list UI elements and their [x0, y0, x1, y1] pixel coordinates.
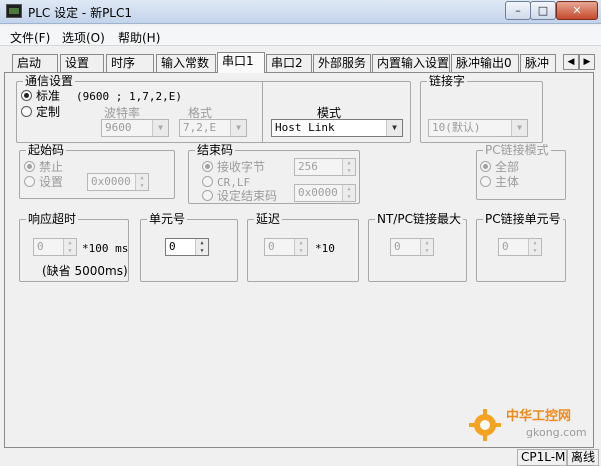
- status-bar: CP1L-M 离线: [0, 448, 601, 466]
- delay-unit: *10: [315, 242, 335, 255]
- standard-radio[interactable]: [21, 90, 32, 101]
- custom-label: 定制: [36, 105, 61, 119]
- custom-radio[interactable]: [21, 106, 32, 117]
- crlf-label: CR,LF: [217, 176, 251, 189]
- gear-logo-icon: [469, 409, 501, 441]
- baud-rate-select[interactable]: 9600 ▼: [101, 119, 169, 137]
- nt-pc-link-max-spinner[interactable]: 0 ▲ ▼: [390, 238, 434, 256]
- watermark-text-url: gkong.com: [526, 426, 587, 439]
- plc-app-icon: [6, 4, 22, 18]
- start-code-title: 起始码: [26, 143, 67, 157]
- format-label: 格式: [188, 106, 213, 120]
- pc-link-unit-spinner[interactable]: 0 ▲ ▼: [498, 238, 542, 256]
- end-code-spinner[interactable]: 0x0000 ▲ ▼: [294, 184, 356, 202]
- start-disable-radio[interactable]: [24, 161, 35, 172]
- standard-label: 标准: [36, 89, 61, 103]
- status-offline: 离线: [567, 449, 599, 466]
- tab-input-constants[interactable]: 输入常数: [156, 54, 216, 72]
- start-code-spinner[interactable]: 0x0000 ▲ ▼: [87, 173, 149, 191]
- link-word-select[interactable]: 10(默认) ▼: [428, 119, 528, 137]
- standard-value: (9600 ; 1,7,2,E): [76, 90, 182, 103]
- mode-label: 模式: [317, 106, 342, 120]
- comm-settings-title: 通信设置: [23, 74, 76, 88]
- nt-pc-link-max-title: NT/PC链接最大: [375, 212, 463, 226]
- delay-title: 延迟: [254, 212, 283, 226]
- unit-number-spinner[interactable]: 0 ▲ ▼: [165, 238, 209, 256]
- start-disable-label: 禁止: [39, 160, 64, 174]
- timeout-default-note: (缺省 5000ms): [42, 264, 128, 278]
- recv-bytes-spinner[interactable]: 256 ▲ ▼: [294, 158, 356, 176]
- unit-number-title: 单元号: [147, 212, 188, 226]
- recv-bytes-label: 接收字节: [217, 160, 266, 174]
- start-set-radio[interactable]: [24, 176, 35, 187]
- chevron-down-icon: ▼: [230, 120, 246, 136]
- pc-link-mode-group: PC链接模式: [476, 143, 566, 200]
- pc-link-all-radio[interactable]: [480, 161, 491, 172]
- gkong-watermark: 中华工控网 gkong.com: [468, 408, 588, 442]
- chevron-down-icon: ▼: [386, 120, 402, 136]
- set-end-code-label: 设定结束码: [217, 189, 278, 203]
- menu-options[interactable]: 选项(O): [62, 29, 105, 46]
- tab-serial-port-1[interactable]: 串口1: [217, 52, 265, 73]
- timeout-spinner[interactable]: 0 ▲ ▼: [33, 238, 77, 256]
- pc-link-master-label: 主体: [495, 175, 520, 189]
- link-word-title: 链接字: [427, 74, 468, 88]
- pc-link-unit-title: PC链接单元号: [483, 212, 563, 226]
- chevron-down-icon: ▼: [511, 120, 527, 136]
- title-bar: PLC 设定 - 新PLC1 – □ ✕: [0, 0, 601, 24]
- tab-scroll-left-icon[interactable]: ◀: [563, 54, 579, 70]
- tab-pulse-output-0[interactable]: 脉冲输出0: [451, 54, 519, 72]
- tab-builtin-input[interactable]: 内置输入设置: [372, 54, 450, 72]
- menu-bar: 文件(F) 选项(O) 帮助(H): [0, 26, 601, 46]
- delay-spinner[interactable]: 0 ▲ ▼: [264, 238, 308, 256]
- tab-pulse-truncated[interactable]: 脉冲: [520, 54, 556, 72]
- mode-select[interactable]: Host Link ▼: [271, 119, 403, 137]
- chevron-down-icon: ▼: [152, 120, 168, 136]
- tab-startup[interactable]: 启动: [12, 54, 58, 72]
- tab-external-service[interactable]: 外部服务: [313, 54, 371, 72]
- watermark-text-cn: 中华工控网: [506, 409, 572, 424]
- window-title: PLC 设定 - 新PLC1: [28, 6, 133, 20]
- baud-rate-label: 波特率: [104, 106, 141, 120]
- status-model: CP1L-M: [517, 449, 567, 466]
- minimize-button[interactable]: –: [505, 1, 531, 20]
- tab-serial-port-2[interactable]: 串口2: [266, 54, 312, 72]
- tab-timing[interactable]: 时序: [106, 54, 154, 72]
- pc-link-mode-title: PC链接模式: [483, 143, 551, 157]
- end-code-title: 结束码: [195, 143, 236, 157]
- response-timeout-title: 响应超时: [26, 212, 79, 226]
- start-set-label: 设置: [39, 175, 64, 189]
- crlf-radio[interactable]: [202, 176, 213, 187]
- menu-file[interactable]: 文件(F): [10, 29, 50, 46]
- close-button[interactable]: ✕: [556, 1, 598, 20]
- set-end-code-radio[interactable]: [202, 190, 213, 201]
- pc-link-all-label: 全部: [495, 160, 520, 174]
- tab-settings[interactable]: 设置: [60, 54, 104, 72]
- maximize-button[interactable]: □: [530, 1, 556, 20]
- timeout-unit: *100 ms: [82, 242, 129, 255]
- format-select[interactable]: 7,2,E ▼: [179, 119, 247, 137]
- menu-help[interactable]: 帮助(H): [118, 29, 160, 46]
- recv-bytes-radio[interactable]: [202, 161, 213, 172]
- pc-link-master-radio[interactable]: [480, 176, 491, 187]
- tab-scroll-right-icon[interactable]: ▶: [579, 54, 595, 70]
